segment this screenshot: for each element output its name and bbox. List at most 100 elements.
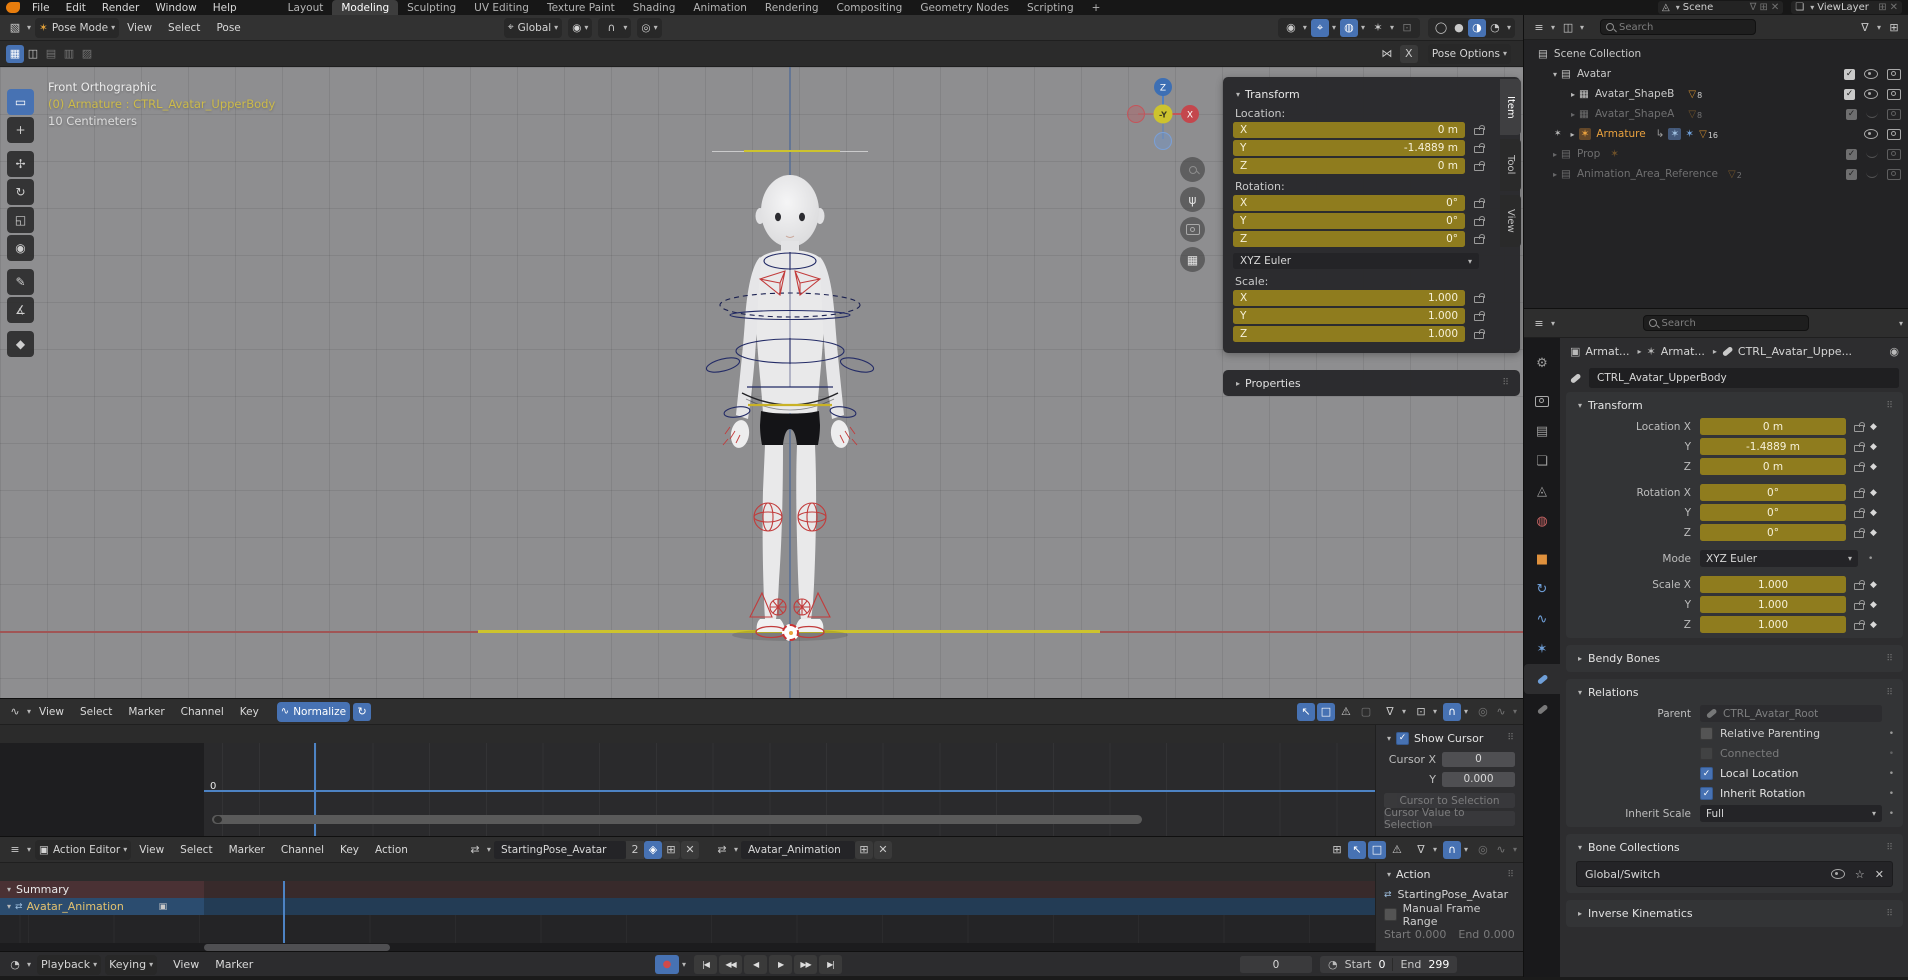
- menu-file[interactable]: File: [24, 2, 58, 14]
- next-keyframe-button[interactable]: ▶▶: [794, 955, 817, 974]
- disclosure-open-icon[interactable]: ▾: [1553, 70, 1557, 79]
- animate-dot-icon[interactable]: •: [1889, 729, 1894, 739]
- keyframe-diamond-icon[interactable]: ◆: [1870, 422, 1877, 432]
- outliner-row-armature[interactable]: ✶ ▸ ✶ Armature ↳ ✶ ✶ ▽16: [1524, 124, 1908, 144]
- box-select-icon[interactable]: □: [1317, 703, 1335, 721]
- play-button[interactable]: ▶: [769, 955, 792, 974]
- snap-magnet-icon[interactable]: ∩: [602, 19, 620, 37]
- keyframe-diamond-icon[interactable]: ◆: [1870, 528, 1877, 538]
- npanel-transform-header[interactable]: ▾ Transform ⠿: [1233, 84, 1510, 104]
- panel-grip-icon[interactable]: ⠿: [1886, 909, 1894, 919]
- exclude-checkbox[interactable]: ✓: [1844, 89, 1855, 100]
- shading-wireframe-icon[interactable]: ◯: [1432, 19, 1450, 37]
- menu-marker[interactable]: Marker: [207, 958, 261, 971]
- disclosure-closed-icon[interactable]: ▸: [1553, 170, 1557, 179]
- action-panel-header[interactable]: ▾ Action ⠿: [1384, 866, 1515, 883]
- disclosure-closed-icon[interactable]: ▸: [1571, 90, 1575, 99]
- keyframe-diamond-icon[interactable]: ◆: [1870, 508, 1877, 518]
- toggle-xray-icon[interactable]: ⊡: [1398, 19, 1416, 37]
- workspace-tab-modeling[interactable]: Modeling: [332, 0, 398, 15]
- lock-icon[interactable]: [1854, 508, 1863, 518]
- disable-render-icon[interactable]: [1887, 109, 1901, 120]
- chevron-down-icon[interactable]: ▾: [487, 845, 491, 854]
- chevron-down-icon[interactable]: ▾: [1332, 23, 1336, 32]
- scene-selector[interactable]: ◬ ▾ Scene ∇ ⊞ ✕: [1658, 1, 1783, 14]
- location-x-field[interactable]: X0 m: [1233, 122, 1465, 138]
- workspace-tab-compositing[interactable]: Compositing: [828, 0, 912, 15]
- panel-grip-icon[interactable]: ⠿: [1886, 654, 1894, 664]
- parent-field[interactable]: CTRL_Avatar_Root: [1700, 705, 1882, 722]
- chevron-down-icon[interactable]: ▾: [1464, 845, 1468, 854]
- chevron-down-icon[interactable]: ▾: [1899, 319, 1903, 328]
- tab-constraints[interactable]: ∿: [1524, 604, 1560, 634]
- disable-render-icon[interactable]: [1887, 169, 1901, 180]
- scale-z-field[interactable]: Z1.000: [1233, 326, 1465, 342]
- menu-key[interactable]: Key: [232, 706, 267, 718]
- graph-curve-area[interactable]: 0: [204, 743, 1375, 837]
- jump-to-end-button[interactable]: ▶|: [819, 955, 842, 974]
- dopesheet-key-area[interactable]: ▾ Summary ▾ ⇄ Avatar_Animation ▣: [0, 881, 1375, 943]
- lock-icon[interactable]: [1474, 216, 1483, 226]
- hidden-eye-icon[interactable]: [1866, 171, 1878, 178]
- disclosure-closed-icon[interactable]: ▸: [1553, 150, 1557, 159]
- lock-icon[interactable]: [1474, 234, 1483, 244]
- hidden-eye-icon[interactable]: [1866, 111, 1878, 118]
- lock-icon[interactable]: [1474, 125, 1483, 135]
- search-input[interactable]: [1600, 19, 1756, 35]
- cursor-y-field[interactable]: 0.000: [1442, 772, 1515, 787]
- menu-marker[interactable]: Marker: [221, 844, 273, 856]
- location-x-field[interactable]: 0 m: [1700, 418, 1846, 435]
- prev-keyframe-button[interactable]: ◀◀: [719, 955, 742, 974]
- exclude-checkbox[interactable]: ✓: [1846, 109, 1857, 120]
- chevron-down-icon[interactable]: ▾: [1464, 707, 1468, 716]
- start-value[interactable]: 0.000: [1415, 928, 1447, 941]
- filter-icon[interactable]: ∇: [1381, 703, 1399, 721]
- n-panel-properties[interactable]: ▸ Properties ⠿: [1223, 370, 1520, 396]
- animate-dot-icon[interactable]: •: [1889, 769, 1894, 779]
- menu-action[interactable]: Action: [367, 844, 416, 856]
- tab-output[interactable]: ▤: [1524, 416, 1560, 446]
- stash-icon[interactable]: ⇄: [713, 841, 731, 859]
- disable-render-icon[interactable]: [1887, 89, 1901, 100]
- channel-summary[interactable]: ▾ Summary: [0, 881, 1375, 898]
- relations-panel-header[interactable]: ▾ Relations ⠿: [1566, 682, 1903, 703]
- rotation-mode-dropdown[interactable]: XYZ Euler ▾: [1700, 550, 1858, 567]
- relative-parenting-checkbox[interactable]: [1700, 727, 1713, 740]
- only-errors-icon[interactable]: ⚠: [1337, 703, 1355, 721]
- lock-icon[interactable]: [1854, 422, 1863, 432]
- show-cursor-panel-header[interactable]: ▾ ✓ Show Cursor ⠿: [1384, 729, 1515, 747]
- snap-icon[interactable]: ∩: [1443, 841, 1461, 859]
- collection-visible-icon[interactable]: [1831, 869, 1845, 879]
- keyframe-diamond-icon[interactable]: ◆: [1870, 488, 1877, 498]
- editor-type-icon[interactable]: ≡: [6, 841, 24, 859]
- menu-view[interactable]: View: [131, 844, 172, 856]
- exclude-checkbox[interactable]: ✓: [1844, 69, 1855, 80]
- editor-type-icon[interactable]: ≡: [1530, 18, 1548, 36]
- unlink-action-icon[interactable]: ✕: [681, 841, 699, 859]
- inverse-kinematics-panel[interactable]: ▸ Inverse Kinematics ⠿: [1566, 900, 1903, 927]
- play-reverse-button[interactable]: ◀: [744, 955, 767, 974]
- menu-help[interactable]: Help: [205, 2, 245, 14]
- rotation-y-field[interactable]: 0°: [1700, 504, 1846, 521]
- tab-view-layer[interactable]: ❏: [1524, 446, 1560, 476]
- outliner-row-avatar[interactable]: ▾ ▤ Avatar ✓: [1524, 64, 1908, 84]
- auto-normalize-refresh-icon[interactable]: ↻: [353, 703, 371, 721]
- pin-icon[interactable]: ◉: [1889, 345, 1899, 358]
- new-collection-icon[interactable]: ⊞: [1885, 18, 1903, 36]
- tool-preset-2-icon[interactable]: ◫: [24, 45, 42, 63]
- pan-hand-button[interactable]: ψ: [1180, 187, 1205, 212]
- chevron-down-icon[interactable]: ▾: [1402, 707, 1406, 716]
- panel-grip-icon[interactable]: ⠿: [1502, 378, 1510, 388]
- keyframe-diamond-icon[interactable]: ◆: [1870, 620, 1877, 630]
- menu-view[interactable]: View: [165, 958, 207, 971]
- local-location-checkbox[interactable]: ✓: [1700, 767, 1713, 780]
- action-name-label[interactable]: StartingPose_Avatar: [1398, 888, 1509, 901]
- tweak-cursor-icon[interactable]: ↖: [1297, 703, 1315, 721]
- hidden-eye-icon[interactable]: [1866, 151, 1878, 158]
- location-y-field[interactable]: -1.4889 m: [1700, 438, 1846, 455]
- scale-y-field[interactable]: 1.000: [1700, 596, 1846, 613]
- lock-icon[interactable]: [1854, 442, 1863, 452]
- tool-rotate[interactable]: ↻: [7, 179, 34, 205]
- lock-icon[interactable]: [1474, 293, 1483, 303]
- workspace-tab-animation[interactable]: Animation: [684, 0, 756, 15]
